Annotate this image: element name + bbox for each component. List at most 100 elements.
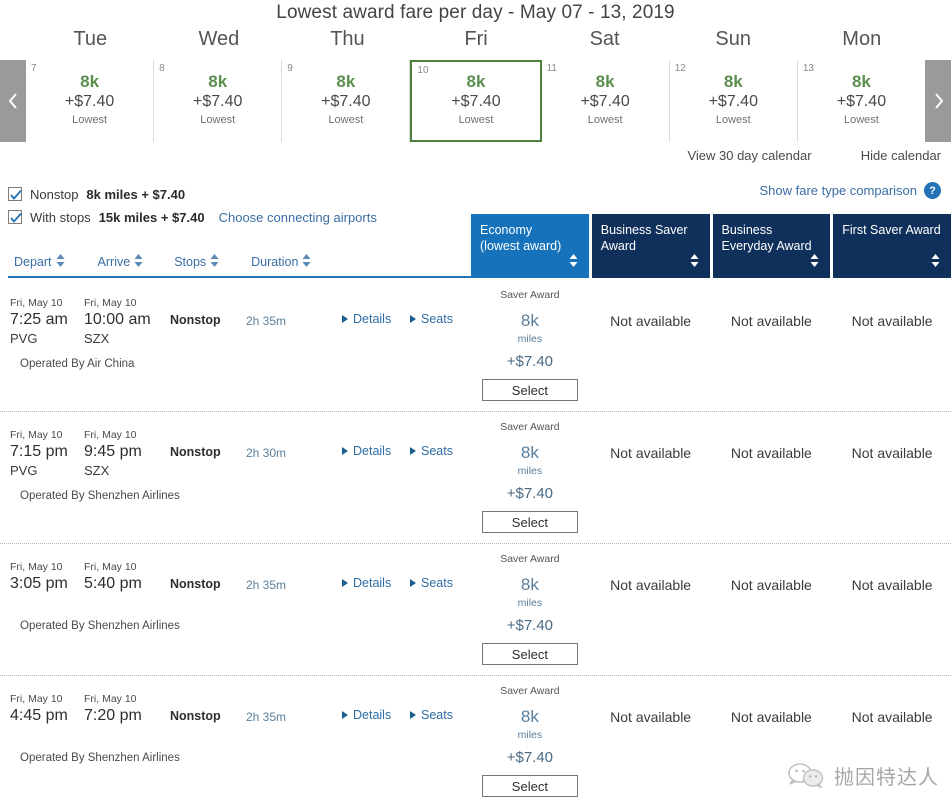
seats-label: Seats (421, 444, 453, 458)
select-button[interactable]: Select (481, 511, 578, 533)
details-label: Details (353, 444, 392, 458)
calendar-day-miles: 8k (851, 72, 871, 92)
calendar-day-number: 10 (417, 65, 429, 76)
seats-label: Seats (421, 708, 453, 722)
help-icon[interactable]: ? (924, 182, 941, 199)
flight-info: Fri, May 10 3:05 pm Fri, May 10 5:40 pm Nons… (10, 560, 470, 632)
sort-arrows-icon (690, 253, 698, 267)
depart-segment: Fri, May 10 3:05 pm (10, 560, 68, 595)
fare-class-sort-icon[interactable] (931, 253, 940, 271)
sort-arrows-icon (134, 254, 143, 267)
calendar-day-number: 12 (674, 63, 686, 74)
arrive-segment: Fri, May 10 5:40 pm (84, 560, 142, 595)
triangle-right-icon (342, 711, 348, 719)
calendar-day-tag: Lowest (200, 114, 236, 127)
depart-airport: PVG (10, 330, 38, 346)
sort-header-arrive[interactable]: Arrive (98, 254, 144, 270)
sort-header-duration[interactable]: Duration (251, 254, 311, 270)
select-button[interactable]: Select (481, 643, 578, 665)
depart-segment: Fri, May 10 7:15 pm PVG (10, 428, 68, 479)
chevron-right-icon (934, 93, 943, 109)
flight-row: Fri, May 10 7:15 pm PVG Fri, May 10 9:45 pm S… (0, 412, 951, 544)
depart-date: Fri, May 10 (10, 429, 63, 441)
stop-filter-label: With stops (30, 209, 91, 225)
select-button[interactable]: Select (481, 775, 578, 797)
seats-link[interactable]: Seats (410, 708, 453, 722)
arrive-date: Fri, May 10 (84, 297, 137, 309)
stops-value: Nonstop (170, 313, 221, 327)
fare-class-sort-icon[interactable] (569, 253, 578, 271)
fare-cell-unavailable: Not available (592, 544, 710, 676)
sort-arrows-icon (569, 253, 578, 267)
details-link[interactable]: Details (342, 576, 391, 590)
fare-cell-unavailable: Not available (713, 544, 831, 676)
not-available-label: Not available (610, 577, 692, 593)
fare-cell-unavailable: Not available (713, 412, 831, 544)
sort-header-depart[interactable]: Depart (14, 254, 65, 270)
calendar-day-cell[interactable]: 9 8k +$7.40 Lowest (282, 60, 411, 142)
fare-class-sort-icon[interactable] (810, 253, 819, 271)
choose-connecting-airports-link[interactable]: Choose connecting airports (219, 210, 377, 225)
calendar-day-tag: Lowest (715, 114, 751, 127)
calendar-next-button[interactable] (925, 60, 951, 142)
sort-arrows-icon-wrap[interactable] (56, 254, 65, 270)
fare-cell-available: Saver Award 8k miles +$7.40 Select (471, 280, 589, 412)
calendar-day-tax: +$7.40 (580, 93, 630, 111)
fare-class-tab[interactable]: First Saver Award (833, 214, 951, 278)
fare-class-tab-line1: Business (721, 223, 773, 237)
calendar-prev-button[interactable] (0, 60, 26, 142)
day-of-week-label: Mon (842, 28, 882, 50)
calendar-day-cell[interactable]: 11 8k +$7.40 Lowest (541, 60, 670, 142)
triangle-right-icon (410, 447, 416, 455)
calendar-day-miles: 8k (336, 72, 356, 92)
view-30-day-calendar-link[interactable]: View 30 day calendar (687, 148, 811, 163)
calendar-day-tax: +$7.40 (193, 93, 243, 111)
hide-calendar-link[interactable]: Hide calendar (861, 148, 941, 163)
depart-segment: Fri, May 10 7:25 am PVG (10, 296, 68, 347)
arrive-segment: Fri, May 10 9:45 pm SZX (84, 428, 142, 479)
flight-times: Fri, May 10 7:15 pm PVG Fri, May 10 9:45 pm S… (10, 428, 470, 478)
stops-value: Nonstop (170, 709, 221, 723)
depart-time: 3:05 pm (10, 575, 68, 593)
fare-cell-unavailable: Not available (592, 676, 710, 808)
seats-label: Seats (421, 576, 453, 590)
fare-miles-unit: miles (517, 597, 543, 609)
wechat-logo-icon (788, 762, 824, 788)
fare-type-comparison: Show fare type comparison ? (759, 182, 941, 199)
show-fare-type-comparison-link[interactable]: Show fare type comparison (759, 183, 917, 198)
sort-header-stops[interactable]: Stops (174, 254, 219, 270)
calendar-day-cell[interactable]: 10 8k +$7.40 Lowest (410, 60, 542, 142)
fare-class-sort-icon[interactable] (690, 253, 699, 271)
fare-cell-unavailable: Not available (592, 412, 710, 544)
sort-arrows-icon-wrap[interactable] (210, 254, 219, 270)
calendar-day-cell[interactable]: 7 8k +$7.40 Lowest (26, 60, 155, 142)
details-label: Details (353, 708, 392, 722)
fare-class-tab[interactable]: Economy (lowest award) (471, 214, 589, 278)
arrive-time: 5:40 pm (84, 575, 142, 593)
seats-link[interactable]: Seats (410, 576, 453, 590)
calendar-day-miles: 8k (208, 72, 228, 92)
flight-times: Fri, May 10 4:45 pm Fri, May 10 7:20 pm Nons… (10, 692, 470, 738)
seats-link[interactable]: Seats (410, 444, 453, 458)
calendar-day-tax: +$7.40 (836, 93, 887, 111)
fare-class-tab[interactable]: Business Saver Award (591, 214, 710, 278)
calendar-day-cell[interactable]: 13 8k +$7.40 Lowest (797, 60, 925, 142)
sort-arrows-icon-wrap[interactable] (302, 254, 311, 270)
fare-cells: Saver Award 8k miles +$7.40 Select Not availa… (471, 280, 951, 412)
fare-miles: 8k (520, 443, 539, 462)
sort-arrows-icon-wrap[interactable] (134, 254, 143, 270)
select-button[interactable]: Select (481, 379, 578, 401)
details-link[interactable]: Details (342, 444, 391, 458)
stop-filter-checkbox[interactable] (8, 187, 22, 201)
sort-header-label: Depart (14, 255, 52, 269)
calendar-day-cell[interactable]: 12 8k +$7.40 Lowest (669, 60, 798, 142)
seats-link[interactable]: Seats (410, 312, 453, 326)
fare-cell-available: Saver Award 8k miles +$7.40 Select (471, 412, 589, 544)
details-link[interactable]: Details (342, 312, 391, 326)
flight-row: Fri, May 10 3:05 pm Fri, May 10 5:40 pm Nons… (0, 544, 951, 676)
stop-filter-checkbox[interactable] (8, 210, 22, 224)
depart-time: 7:15 pm (10, 443, 68, 461)
fare-class-tab[interactable]: Business Everyday Award (712, 214, 831, 278)
details-link[interactable]: Details (342, 708, 391, 722)
calendar-day-cell[interactable]: 8 8k +$7.40 Lowest (154, 60, 283, 142)
